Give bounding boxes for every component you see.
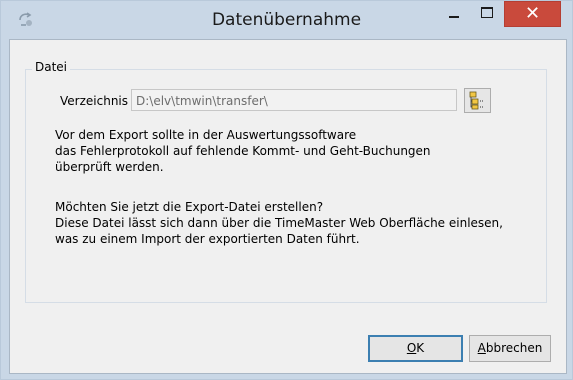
dialog-body: Datei Verzeichnis D:\elv\tmwin\transfer\… xyxy=(9,39,567,374)
folder-tree-icon xyxy=(469,91,484,110)
directory-label: Verzeichnis xyxy=(60,94,129,108)
minimize-button[interactable] xyxy=(438,1,470,26)
maximize-button[interactable] xyxy=(471,1,503,26)
cancel-label-rest: bbrechen xyxy=(485,341,543,355)
dialog-window: Datenübernahme ✕ Datei Verzeichnis D:\el… xyxy=(0,0,573,380)
message-line: das Fehlerprotokoll auf fehlende Kommt- … xyxy=(55,144,431,158)
close-icon: ✕ xyxy=(524,3,541,24)
cancel-mnemonic: A xyxy=(477,341,486,355)
ok-mnemonic: O xyxy=(406,341,417,355)
cancel-button[interactable]: Abbrechen xyxy=(469,335,551,362)
close-button[interactable]: ✕ xyxy=(504,1,561,27)
question-message: Möchten Sie jetzt die Export-Datei erste… xyxy=(55,199,503,247)
message-line: Diese Datei lässt sich dann über die Tim… xyxy=(55,216,503,230)
browse-button[interactable] xyxy=(464,88,491,113)
ok-button[interactable]: OK xyxy=(368,335,463,362)
message-line: was zu einem Import der exportierten Dat… xyxy=(55,232,360,246)
title-bar[interactable]: Datenübernahme ✕ xyxy=(1,1,572,39)
minimize-icon xyxy=(449,16,459,18)
directory-field[interactable]: D:\elv\tmwin\transfer\ xyxy=(131,89,457,111)
groupbox-legend: Datei xyxy=(32,60,71,74)
ok-label-rest: K xyxy=(416,341,425,355)
message-line: Vor dem Export sollte in der Auswertungs… xyxy=(55,128,357,142)
warning-message: Vor dem Export sollte in der Auswertungs… xyxy=(55,127,431,175)
message-line: Möchten Sie jetzt die Export-Datei erste… xyxy=(55,200,324,214)
maximize-icon xyxy=(481,7,493,18)
message-line: überprüft werden. xyxy=(55,160,164,174)
